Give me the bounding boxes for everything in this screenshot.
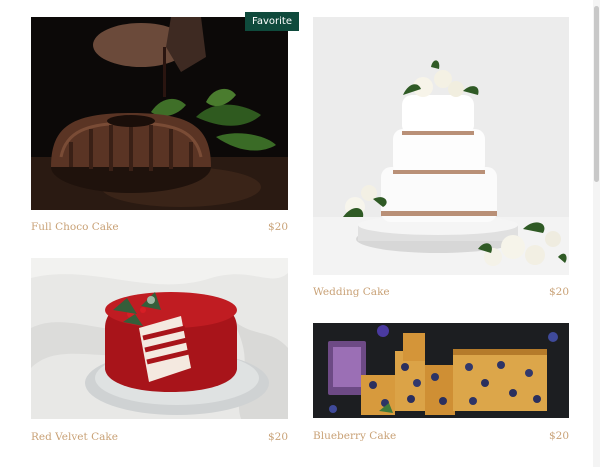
product-price: $20: [548, 430, 569, 442]
scrollbar-thumb[interactable]: [594, 6, 599, 182]
product-name[interactable]: Blueberry Cake: [313, 430, 396, 442]
product-price: $20: [548, 286, 569, 298]
favorite-badge: Favorite: [245, 12, 299, 31]
product-name[interactable]: Full Choco Cake: [31, 221, 119, 233]
product-price: $20: [267, 431, 288, 443]
product-name[interactable]: Wedding Cake: [313, 286, 390, 298]
product-price: $20: [267, 221, 288, 233]
product-image-red-velvet-cake[interactable]: [31, 258, 288, 419]
product-image-wedding-cake[interactable]: [313, 17, 569, 275]
product-image-blueberry-cake[interactable]: [313, 323, 569, 418]
product-name[interactable]: Red Velvet Cake: [31, 431, 118, 443]
product-image-full-choco-cake[interactable]: [31, 17, 288, 210]
